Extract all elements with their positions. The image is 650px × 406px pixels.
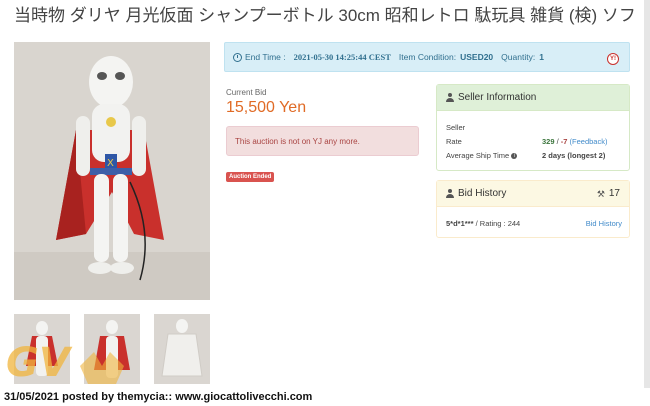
seller-info-heading: Seller Information (437, 85, 629, 111)
ship-time-label: Average Ship Time (446, 151, 510, 160)
condition-label: Item Condition: (398, 52, 457, 62)
auction-info-bar: End Time : 2021-05-30 14:25:44 CEST Item… (224, 42, 630, 72)
bid-row: 5*d*1*** / Rating : 244 Bid History (446, 219, 622, 228)
rate-negative: -7 (560, 137, 568, 146)
info-icon[interactable]: i (511, 153, 518, 159)
user-icon (446, 93, 454, 102)
rate-row: Rate 329 / -7 (Feedback) (446, 137, 607, 146)
item-title: 当時物 ダリヤ 月光仮面 シャンプーボトル 30cm 昭和レトロ 駄玩具 雑貨 … (14, 6, 634, 25)
end-time-label: End Time : (245, 52, 286, 62)
bid-count: 17 (608, 188, 620, 199)
auction-alert: This auction is not on YJ any more. (226, 126, 419, 156)
end-time-value: 2021-05-30 14:25:44 CEST (293, 52, 391, 62)
ship-time-row: Average Ship Time i 2 days (longest 2) (446, 151, 605, 160)
bid-history-panel: Bid History ⚒ 17 5*d*1*** / Rating : 244… (436, 180, 630, 238)
yahoo-japan-icon[interactable]: Y! (607, 53, 619, 65)
quantity-value: 1 (539, 52, 544, 62)
bid-history-title: Bid History (458, 188, 507, 199)
user-icon (446, 189, 454, 198)
auction-page: 当時物 ダリヤ 月光仮面 シャンプーボトル 30cm 昭和レトロ 駄玩具 雑貨 … (0, 0, 650, 388)
svg-text:X: X (107, 158, 114, 169)
current-bid-label: Current Bid (226, 88, 267, 97)
thumbnail-3[interactable] (154, 314, 210, 384)
bid-history-link[interactable]: Bid History (586, 219, 622, 228)
clock-icon (233, 52, 242, 62)
caption-footer: 31/05/2021 posted by themycia:: www.gioc… (0, 388, 650, 406)
bidder-name: 5*d*1*** (446, 219, 474, 228)
rate-label: Rate (446, 137, 462, 146)
condition-value: USED20 (460, 52, 494, 62)
seller-info-title: Seller Information (458, 92, 537, 103)
status-badge: Auction Ended (226, 172, 275, 182)
feedback-link[interactable]: (Feedback) (570, 137, 608, 146)
rate-positive: 329 (542, 137, 555, 146)
watermark-logo: GV (2, 336, 142, 392)
seller-row: Seller (446, 123, 465, 132)
ship-time-value: 2 days (longest 2) (542, 151, 606, 160)
main-product-image[interactable]: X (14, 42, 210, 300)
bidder-rating: / Rating : 244 (473, 219, 521, 228)
svg-text:GV: GV (6, 340, 73, 386)
seller-label: Seller (446, 123, 466, 132)
seller-info-panel: Seller Information Seller Rate 329 / -7 … (436, 84, 630, 171)
gavel-icon: ⚒ (596, 189, 605, 199)
quantity-label: Quantity: (501, 52, 536, 62)
current-bid-value: 15,500 Yen (226, 99, 307, 116)
